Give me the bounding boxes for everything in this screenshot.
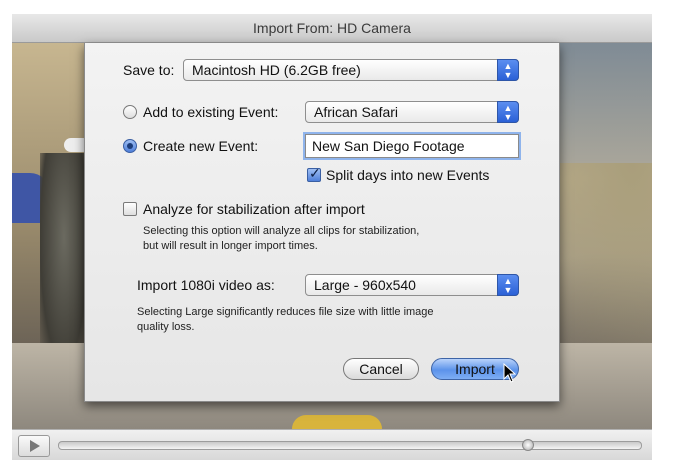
checkmark-icon: ✓ bbox=[309, 165, 321, 181]
window-title: Import From: HD Camera bbox=[12, 14, 652, 43]
scrubber-knob[interactable] bbox=[522, 439, 535, 451]
new-event-radio[interactable] bbox=[123, 139, 137, 153]
import-video-help-2: quality loss. bbox=[137, 321, 195, 333]
existing-event-radio[interactable] bbox=[123, 105, 137, 119]
import-sheet: Save to: Macintosh HD (6.2GB free) ▲ ▼ Ad… bbox=[84, 43, 560, 402]
split-days-label: Split days into new Events bbox=[326, 167, 490, 183]
new-event-name-field[interactable]: New San Diego Footage bbox=[305, 134, 519, 158]
video-yellow-object bbox=[292, 415, 382, 429]
save-to-popup[interactable]: Macintosh HD (6.2GB free) ▲ ▼ bbox=[183, 59, 519, 81]
video-person bbox=[40, 153, 88, 363]
video-sky bbox=[552, 43, 652, 163]
arrow-cursor-icon bbox=[503, 363, 517, 383]
scrubber-track[interactable] bbox=[58, 439, 642, 451]
existing-event-label: Add to existing Event: bbox=[143, 104, 279, 120]
play-button[interactable] bbox=[18, 435, 50, 457]
stabilization-help-1: Selecting this option will analyze all c… bbox=[143, 225, 420, 237]
stabilization-help-2: but will result in longer import times. bbox=[143, 240, 318, 252]
stabilization-label: Analyze for stabilization after import bbox=[143, 201, 365, 217]
import-video-value: Large - 960x540 bbox=[314, 277, 416, 293]
cancel-button[interactable]: Cancel bbox=[343, 358, 419, 380]
save-to-value: Macintosh HD (6.2GB free) bbox=[192, 62, 361, 78]
existing-event-popup[interactable]: African Safari ▲ ▼ bbox=[305, 101, 519, 123]
split-days-checkbox[interactable]: ✓ bbox=[307, 165, 321, 182]
import-video-popup[interactable]: Large - 960x540 ▲ ▼ bbox=[305, 274, 519, 296]
play-icon bbox=[30, 440, 40, 452]
existing-event-value: African Safari bbox=[314, 104, 399, 120]
save-to-label: Save to: bbox=[123, 62, 175, 78]
import-video-label: Import 1080i video as: bbox=[137, 277, 275, 293]
stabilization-checkbox[interactable] bbox=[123, 202, 137, 216]
updown-arrows-icon: ▲ ▼ bbox=[497, 59, 519, 81]
updown-arrows-icon: ▲ ▼ bbox=[497, 274, 519, 296]
import-video-help-1: Selecting Large significantly reduces fi… bbox=[137, 306, 434, 318]
new-event-label: Create new Event: bbox=[143, 138, 259, 154]
updown-arrows-icon: ▲ ▼ bbox=[497, 101, 519, 123]
playback-controller bbox=[12, 429, 652, 460]
